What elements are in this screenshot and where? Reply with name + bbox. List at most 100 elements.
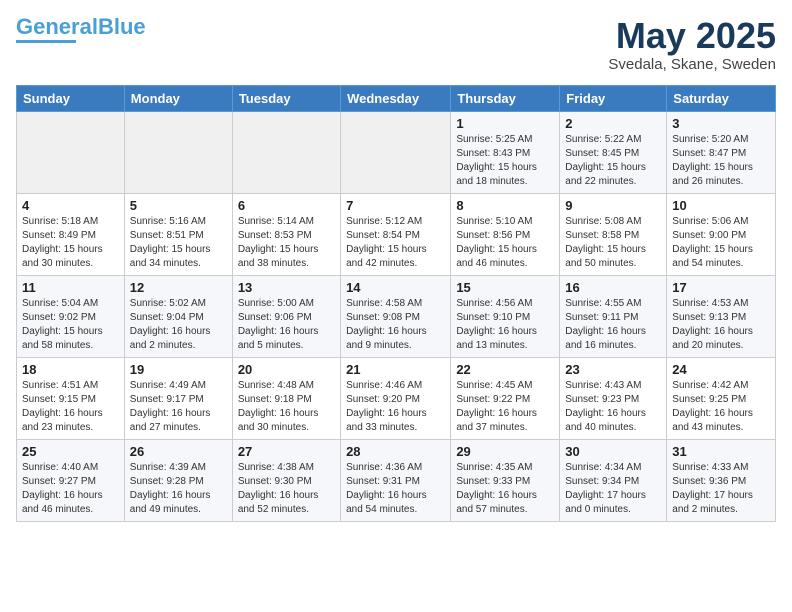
- calendar-table: Sunday Monday Tuesday Wednesday Thursday…: [16, 85, 776, 522]
- day-info: Sunrise: 4:55 AM Sunset: 9:11 PM Dayligh…: [565, 297, 661, 353]
- table-row: 16 Sunrise: 4:55 AM Sunset: 9:11 PM Dayli…: [560, 275, 667, 357]
- day-number: 12: [130, 280, 227, 295]
- table-row: 2Sunrise: 5:22 AM Sunset: 8:45 PM Daylig…: [560, 111, 667, 193]
- day-info: Sunrise: 4:35 AM Sunset: 9:33 PM Dayligh…: [456, 461, 554, 517]
- day-info: Sunrise: 4:56 AM Sunset: 9:10 PM Dayligh…: [456, 297, 554, 353]
- table-row: 8Sunrise: 5:10 AM Sunset: 8:56 PM Daylig…: [451, 193, 560, 275]
- day-info: Sunrise: 4:42 AM Sunset: 9:25 PM Dayligh…: [672, 379, 770, 435]
- table-row: 24 Sunrise: 4:42 AM Sunset: 9:25 PM Dayli…: [667, 357, 776, 439]
- table-row: 29 Sunrise: 4:35 AM Sunset: 9:33 PM Dayli…: [451, 439, 560, 521]
- day-number: 18: [22, 362, 119, 377]
- table-row: 14Sunrise: 4:58 AM Sunset: 9:08 PM Dayli…: [341, 275, 451, 357]
- calendar-title: May 2025: [608, 16, 776, 56]
- day-info: Sunrise: 4:53 AM Sunset: 9:13 PM Dayligh…: [672, 297, 770, 353]
- day-number: 31: [672, 444, 770, 459]
- day-number: 15: [456, 280, 554, 295]
- day-info: Sunrise: 4:48 AM Sunset: 9:18 PM Dayligh…: [238, 379, 335, 435]
- day-info: Sunrise: 5:12 AM Sunset: 8:54 PM Dayligh…: [346, 215, 445, 271]
- day-number: 16: [565, 280, 661, 295]
- header-sunday: Sunday: [17, 85, 125, 111]
- table-row: 17 Sunrise: 4:53 AM Sunset: 9:13 PM Dayli…: [667, 275, 776, 357]
- table-row: 21 Sunrise: 4:46 AM Sunset: 9:20 PM Dayli…: [341, 357, 451, 439]
- logo-part1: General: [16, 14, 98, 39]
- day-info: Sunrise: 5:04 AM Sunset: 9:02 PM Dayligh…: [22, 297, 119, 353]
- table-row: [232, 111, 340, 193]
- day-info: Sunrise: 4:51 AM Sunset: 9:15 PM Dayligh…: [22, 379, 119, 435]
- logo: GeneralBlue: [16, 16, 146, 43]
- day-info: Sunrise: 4:49 AM Sunset: 9:17 PM Dayligh…: [130, 379, 227, 435]
- table-row: [124, 111, 232, 193]
- table-row: 27Sunrise: 4:38 AM Sunset: 9:30 PM Dayli…: [232, 439, 340, 521]
- calendar-week-row: 1 Sunrise: 5:25 AM Sunset: 8:43 PM Daylig…: [17, 111, 776, 193]
- day-number: 7: [346, 198, 445, 213]
- day-number: 5: [130, 198, 227, 213]
- day-number: 3: [672, 116, 770, 131]
- day-number: 23: [565, 362, 661, 377]
- table-row: 10 Sunrise: 5:06 AM Sunset: 9:00 PM Dayli…: [667, 193, 776, 275]
- table-row: 13 Sunrise: 5:00 AM Sunset: 9:06 PM Dayli…: [232, 275, 340, 357]
- header-wednesday: Wednesday: [341, 85, 451, 111]
- header-thursday: Thursday: [451, 85, 560, 111]
- logo-part2: Blue: [98, 14, 146, 39]
- day-info: Sunrise: 5:06 AM Sunset: 9:00 PM Dayligh…: [672, 215, 770, 271]
- calendar-header-row: Sunday Monday Tuesday Wednesday Thursday…: [17, 85, 776, 111]
- table-row: 3 Sunrise: 5:20 AM Sunset: 8:47 PM Daylig…: [667, 111, 776, 193]
- day-number: 25: [22, 444, 119, 459]
- table-row: 30 Sunrise: 4:34 AM Sunset: 9:34 PM Dayli…: [560, 439, 667, 521]
- day-info: Sunrise: 4:58 AM Sunset: 9:08 PM Dayligh…: [346, 297, 445, 353]
- day-info: Sunrise: 5:22 AM Sunset: 8:45 PM Dayligh…: [565, 133, 661, 189]
- table-row: 12 Sunrise: 5:02 AM Sunset: 9:04 PM Dayli…: [124, 275, 232, 357]
- title-block: May 2025 Svedala, Skane, Sweden: [608, 16, 776, 73]
- header-friday: Friday: [560, 85, 667, 111]
- table-row: 26Sunrise: 4:39 AM Sunset: 9:28 PM Dayli…: [124, 439, 232, 521]
- day-info: Sunrise: 4:43 AM Sunset: 9:23 PM Dayligh…: [565, 379, 661, 435]
- header-saturday: Saturday: [667, 85, 776, 111]
- day-info: Sunrise: 4:36 AM Sunset: 9:31 PM Dayligh…: [346, 461, 445, 517]
- logo-underline: [16, 40, 76, 43]
- table-row: 28 Sunrise: 4:36 AM Sunset: 9:31 PM Dayli…: [341, 439, 451, 521]
- day-number: 19: [130, 362, 227, 377]
- day-number: 22: [456, 362, 554, 377]
- day-number: 27: [238, 444, 335, 459]
- calendar-week-row: 4Sunrise: 5:18 AM Sunset: 8:49 PM Daylig…: [17, 193, 776, 275]
- day-info: Sunrise: 4:40 AM Sunset: 9:27 PM Dayligh…: [22, 461, 119, 517]
- logo-text: GeneralBlue: [16, 16, 146, 38]
- day-number: 6: [238, 198, 335, 213]
- header-monday: Monday: [124, 85, 232, 111]
- table-row: 25 Sunrise: 4:40 AM Sunset: 9:27 PM Dayli…: [17, 439, 125, 521]
- table-row: 22Sunrise: 4:45 AM Sunset: 9:22 PM Dayli…: [451, 357, 560, 439]
- day-number: 13: [238, 280, 335, 295]
- table-row: 15 Sunrise: 4:56 AM Sunset: 9:10 PM Dayli…: [451, 275, 560, 357]
- calendar-week-row: 25 Sunrise: 4:40 AM Sunset: 9:27 PM Dayli…: [17, 439, 776, 521]
- table-row: 9 Sunrise: 5:08 AM Sunset: 8:58 PM Daylig…: [560, 193, 667, 275]
- day-info: Sunrise: 4:34 AM Sunset: 9:34 PM Dayligh…: [565, 461, 661, 517]
- day-number: 28: [346, 444, 445, 459]
- calendar-subtitle: Svedala, Skane, Sweden: [608, 56, 776, 73]
- table-row: 31Sunrise: 4:33 AM Sunset: 9:36 PM Dayli…: [667, 439, 776, 521]
- day-number: 11: [22, 280, 119, 295]
- day-info: Sunrise: 4:39 AM Sunset: 9:28 PM Dayligh…: [130, 461, 227, 517]
- day-info: Sunrise: 5:00 AM Sunset: 9:06 PM Dayligh…: [238, 297, 335, 353]
- table-row: 7 Sunrise: 5:12 AM Sunset: 8:54 PM Daylig…: [341, 193, 451, 275]
- table-row: 19 Sunrise: 4:49 AM Sunset: 9:17 PM Dayli…: [124, 357, 232, 439]
- table-row: 23 Sunrise: 4:43 AM Sunset: 9:23 PM Dayli…: [560, 357, 667, 439]
- day-number: 9: [565, 198, 661, 213]
- day-info: Sunrise: 4:46 AM Sunset: 9:20 PM Dayligh…: [346, 379, 445, 435]
- day-info: Sunrise: 5:14 AM Sunset: 8:53 PM Dayligh…: [238, 215, 335, 271]
- day-info: Sunrise: 5:20 AM Sunset: 8:47 PM Dayligh…: [672, 133, 770, 189]
- day-number: 30: [565, 444, 661, 459]
- day-number: 17: [672, 280, 770, 295]
- day-number: 10: [672, 198, 770, 213]
- day-number: 29: [456, 444, 554, 459]
- day-number: 4: [22, 198, 119, 213]
- day-number: 8: [456, 198, 554, 213]
- day-number: 24: [672, 362, 770, 377]
- day-info: Sunrise: 5:25 AM Sunset: 8:43 PM Dayligh…: [456, 133, 554, 189]
- day-info: Sunrise: 5:02 AM Sunset: 9:04 PM Dayligh…: [130, 297, 227, 353]
- page-header: GeneralBlue May 2025 Svedala, Skane, Swe…: [16, 16, 776, 73]
- day-info: Sunrise: 5:08 AM Sunset: 8:58 PM Dayligh…: [565, 215, 661, 271]
- day-number: 1: [456, 116, 554, 131]
- table-row: [341, 111, 451, 193]
- day-number: 21: [346, 362, 445, 377]
- table-row: 6 Sunrise: 5:14 AM Sunset: 8:53 PM Daylig…: [232, 193, 340, 275]
